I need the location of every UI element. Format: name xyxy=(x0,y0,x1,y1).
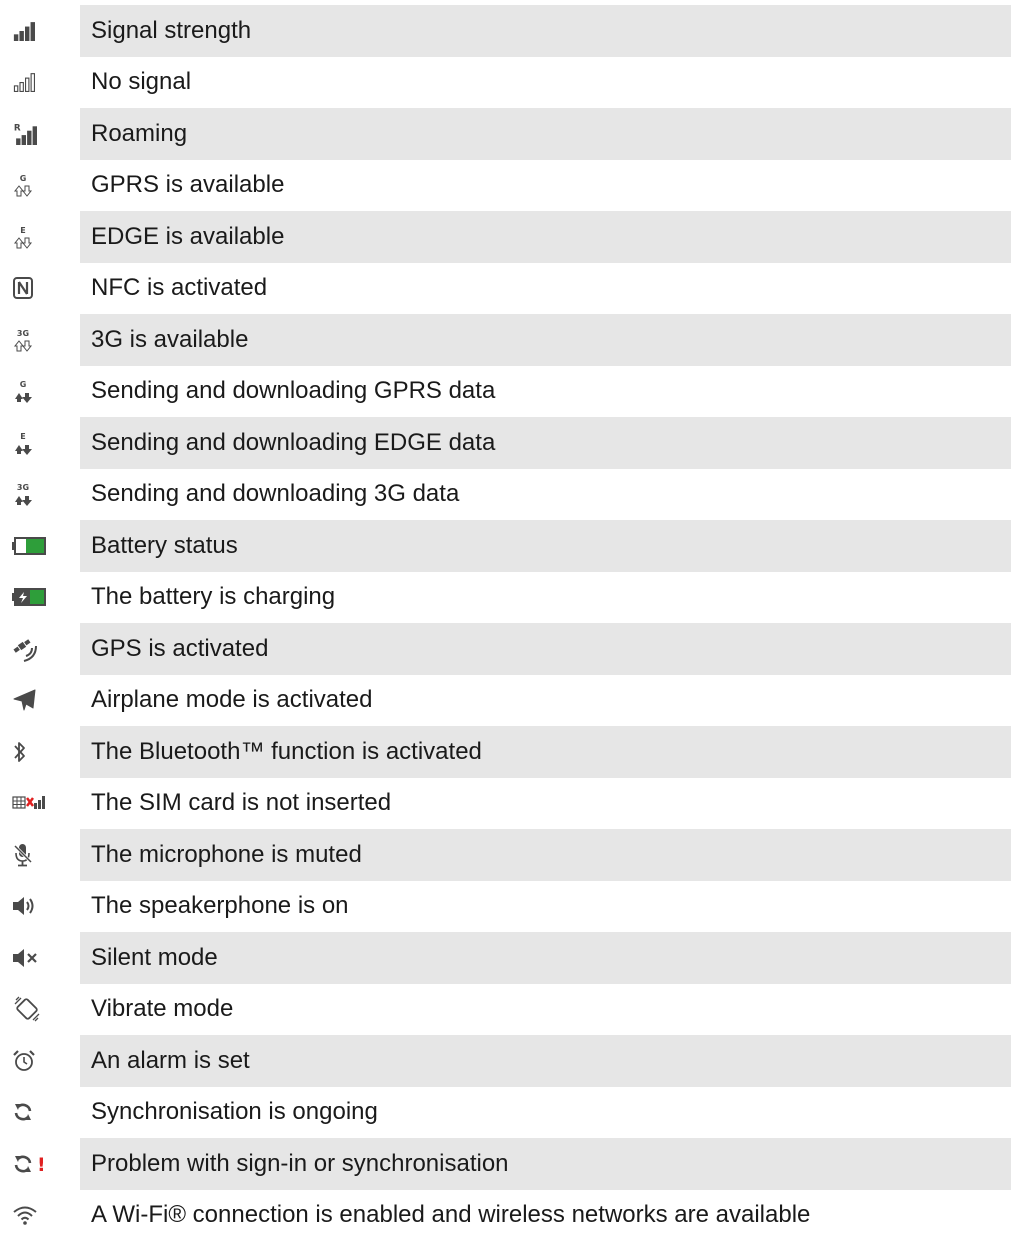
list-item-label: GPS is activated xyxy=(80,623,1011,675)
list-item: The battery is charging xyxy=(0,572,1011,624)
list-item: The microphone is muted xyxy=(0,829,1011,881)
alarm-icon xyxy=(0,1035,80,1087)
list-item: 3G Sending and downloading 3G data xyxy=(0,469,1011,521)
edge-icon: E xyxy=(0,211,80,263)
list-item-label: The SIM card is not inserted xyxy=(80,778,1011,830)
list-item-label: Sending and downloading 3G data xyxy=(80,469,1011,521)
list-item-label: EDGE is available xyxy=(80,211,1011,263)
list-item: An alarm is set xyxy=(0,1035,1011,1087)
list-item-label: An alarm is set xyxy=(80,1035,1011,1087)
list-item: Battery status xyxy=(0,520,1011,572)
list-item-label: The speakerphone is on xyxy=(80,881,1011,933)
svg-text:G: G xyxy=(20,174,27,183)
list-item-label: 3G is available xyxy=(80,314,1011,366)
sync-icon xyxy=(0,1087,80,1139)
mic-muted-icon xyxy=(0,829,80,881)
list-item-label: The Bluetooth™ function is activated xyxy=(80,726,1011,778)
list-item: GPS is activated xyxy=(0,623,1011,675)
svg-text:E: E xyxy=(20,432,25,441)
roaming-icon: R xyxy=(0,108,80,160)
list-item-label: Sending and downloading EDGE data xyxy=(80,417,1011,469)
list-item-label: Battery status xyxy=(80,520,1011,572)
no-sim-icon xyxy=(0,778,80,830)
3g-data-icon: 3G xyxy=(0,469,80,521)
list-item-label: Silent mode xyxy=(80,932,1011,984)
list-item: No signal xyxy=(0,57,1011,109)
list-item-label: Sending and downloading GPRS data xyxy=(80,366,1011,418)
gprs-data-icon: G xyxy=(0,366,80,418)
list-item: ! Problem with sign-in or synchronisation xyxy=(0,1138,1011,1190)
list-item: E EDGE is available xyxy=(0,211,1011,263)
wifi-icon xyxy=(0,1190,80,1241)
list-item: The speakerphone is on xyxy=(0,881,1011,933)
list-item-label: Synchronisation is ongoing xyxy=(80,1087,1011,1139)
list-item: Signal strength xyxy=(0,5,1011,57)
list-item-label: Airplane mode is activated xyxy=(80,675,1011,727)
sync-problem-icon: ! xyxy=(0,1138,80,1190)
list-item: The SIM card is not inserted xyxy=(0,778,1011,830)
list-item-label: No signal xyxy=(80,57,1011,109)
svg-text:3G: 3G xyxy=(17,483,29,492)
list-item-label: The microphone is muted xyxy=(80,829,1011,881)
list-item-label: Signal strength xyxy=(80,5,1011,57)
list-item: The Bluetooth™ function is activated xyxy=(0,726,1011,778)
list-item: A Wi-Fi® connection is enabled and wirel… xyxy=(0,1190,1011,1241)
battery-charging-icon xyxy=(0,572,80,624)
bluetooth-icon xyxy=(0,726,80,778)
list-item-label: Problem with sign-in or synchronisation xyxy=(80,1138,1011,1190)
vibrate-icon xyxy=(0,984,80,1036)
gps-icon xyxy=(0,623,80,675)
nfc-icon xyxy=(0,263,80,315)
list-item: NFC is activated xyxy=(0,263,1011,315)
list-item: Vibrate mode xyxy=(0,984,1011,1036)
status-icon-list: Signal strengthNo signal R Roaming G GPRS is… xyxy=(0,5,1011,1241)
list-item: Silent mode xyxy=(0,932,1011,984)
no-signal-icon xyxy=(0,57,80,109)
svg-text:E: E xyxy=(20,226,25,235)
list-item: Airplane mode is activated xyxy=(0,675,1011,727)
speakerphone-icon xyxy=(0,881,80,933)
list-item: 3G 3G is available xyxy=(0,314,1011,366)
battery-icon xyxy=(0,520,80,572)
gprs-icon: G xyxy=(0,160,80,212)
airplane-icon xyxy=(0,675,80,727)
edge-data-icon: E xyxy=(0,417,80,469)
signal-strength-icon xyxy=(0,5,80,57)
list-item: R Roaming xyxy=(0,108,1011,160)
list-item-label: The battery is charging xyxy=(80,572,1011,624)
svg-text:G: G xyxy=(20,380,27,389)
svg-text:R: R xyxy=(14,123,21,133)
list-item-label: A Wi-Fi® connection is enabled and wirel… xyxy=(80,1190,1011,1241)
silent-icon xyxy=(0,932,80,984)
svg-text:!: ! xyxy=(37,1154,46,1175)
list-item-label: GPRS is available xyxy=(80,160,1011,212)
list-item: Synchronisation is ongoing xyxy=(0,1087,1011,1139)
3g-icon: 3G xyxy=(0,314,80,366)
list-item-label: NFC is activated xyxy=(80,263,1011,315)
svg-text:3G: 3G xyxy=(17,329,29,338)
list-item-label: Roaming xyxy=(80,108,1011,160)
list-item: G GPRS is available xyxy=(0,160,1011,212)
list-item: E Sending and downloading EDGE data xyxy=(0,417,1011,469)
list-item: G Sending and downloading GPRS data xyxy=(0,366,1011,418)
list-item-label: Vibrate mode xyxy=(80,984,1011,1036)
